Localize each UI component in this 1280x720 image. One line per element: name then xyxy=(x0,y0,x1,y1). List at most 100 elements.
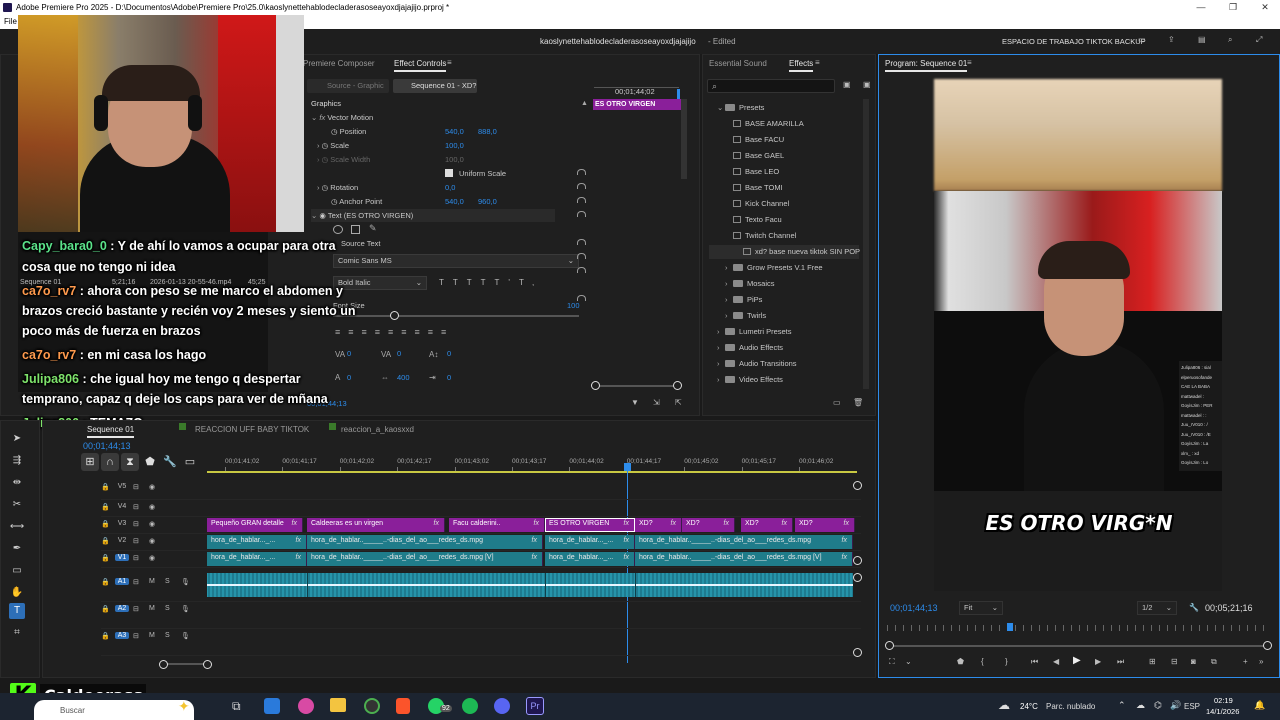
playhead-handle[interactable] xyxy=(624,463,631,471)
effects-scrollbar[interactable] xyxy=(863,99,869,389)
cloud-icon[interactable]: ☁ xyxy=(1136,700,1145,711)
a-zoom-bottom[interactable] xyxy=(853,648,862,657)
spotify-icon[interactable] xyxy=(462,698,478,714)
maximize-icon[interactable]: ❐ xyxy=(1218,0,1248,15)
lock-icon[interactable]: 🔒 xyxy=(101,503,110,511)
anchor-x[interactable]: 540,0 xyxy=(445,195,464,209)
rectangle-tool-icon[interactable]: ▭ xyxy=(9,563,25,579)
scale-value[interactable]: 100,0 xyxy=(445,139,464,153)
taskbar-date[interactable]: 14/1/2026 xyxy=(1206,707,1239,716)
play-icon[interactable]: ▶ xyxy=(1073,655,1081,666)
type-tool-icon[interactable]: T xyxy=(9,603,25,619)
mute-button[interactable]: M xyxy=(149,605,155,612)
lock-icon[interactable]: 🔒 xyxy=(101,578,110,586)
comparison-icon[interactable]: ⧉ xyxy=(1211,657,1217,667)
tracking-value-1[interactable]: 0 xyxy=(347,347,351,361)
font-family-select[interactable]: Comic Sans MS ⌄ xyxy=(333,254,579,268)
ec-scrollbar[interactable] xyxy=(681,99,687,179)
sync-lock-icon[interactable]: ⊟ xyxy=(133,520,139,528)
chrome-icon[interactable] xyxy=(364,698,380,714)
font-size-slider[interactable] xyxy=(333,315,579,317)
ec-zoom-bar[interactable] xyxy=(594,385,678,387)
rect-mask-icon[interactable] xyxy=(351,225,360,234)
add-button-icon[interactable]: + xyxy=(1243,657,1248,666)
timeline-zoom-bar[interactable] xyxy=(161,663,209,665)
workspace-name[interactable]: ESPACIO DE TRABAJO TIKTOK BACKUP xyxy=(1002,37,1146,46)
anchor-point-row[interactable]: ◷ Anchor Point xyxy=(331,195,382,209)
align-buttons[interactable]: ≡≡≡≡≡≡≡≡≡ xyxy=(335,327,454,337)
program-playhead[interactable] xyxy=(1007,623,1013,631)
captions-icon[interactable]: ▭ xyxy=(181,453,199,471)
stopwatch-icon[interactable]: ◷ xyxy=(331,197,338,206)
share-icon[interactable]: ⇪ xyxy=(1168,35,1175,44)
effects-preset[interactable]: Kick Channel xyxy=(725,197,789,211)
mark-out-icon[interactable]: } xyxy=(1005,657,1008,666)
tab-premiere-composer[interactable]: Premiere Composer xyxy=(303,59,375,68)
effects-preset[interactable]: Texto Facu xyxy=(725,213,782,227)
reset-icon[interactable] xyxy=(577,169,586,175)
timeline-clip[interactable]: XD? fx xyxy=(682,518,735,532)
sync-lock-icon[interactable]: ⊟ xyxy=(133,537,139,545)
uniform-scale-checkbox[interactable] xyxy=(445,169,453,177)
ec-zoom-handle-right[interactable] xyxy=(673,381,682,390)
mark-in-icon[interactable]: { xyxy=(981,657,984,666)
effects-preset[interactable]: xd? base nueva tiktok SIN POP xyxy=(709,245,860,259)
timeline-clip[interactable]: XD? fx xyxy=(741,518,793,532)
chevron-right-icon[interactable]: › xyxy=(725,261,733,275)
track-name[interactable]: V5 xyxy=(115,483,129,490)
tracking-value-2[interactable]: 0 xyxy=(397,347,401,361)
menu-file[interactable]: File xyxy=(4,17,17,26)
tray-chevron-icon[interactable]: ⌃ xyxy=(1118,700,1126,711)
tab-effect-controls[interactable]: Effect Controls xyxy=(394,59,447,72)
caption-tool-icon[interactable]: ⌗ xyxy=(9,625,25,641)
filter-icon[interactable]: ▼ xyxy=(631,398,639,407)
timeline-clip[interactable]: hora_de_hablar..._... fx xyxy=(207,552,307,566)
position-row[interactable]: ◷ Position xyxy=(331,125,366,139)
effects-preset[interactable]: Base TOMI xyxy=(725,181,783,195)
track-name[interactable]: V2 xyxy=(115,537,129,544)
go-to-out-icon[interactable]: ⏭ xyxy=(1117,657,1124,667)
lock-icon[interactable]: 🔒 xyxy=(101,537,110,545)
taskbar-time[interactable]: 02:19 xyxy=(1214,696,1233,705)
panel-menu-icon[interactable]: ≡ xyxy=(967,58,972,67)
close-icon[interactable]: ✕ xyxy=(1250,0,1280,15)
stopwatch-icon[interactable]: ◷ xyxy=(322,141,329,150)
tracking-value-6[interactable]: 0 xyxy=(447,371,451,385)
import-icon[interactable]: ⇱ xyxy=(675,398,682,407)
mic-icon[interactable]: 🎙 xyxy=(181,578,190,586)
chevron-right-icon[interactable]: › xyxy=(717,325,725,339)
file-explorer-icon[interactable] xyxy=(330,698,346,712)
sync-lock-icon[interactable]: ⊟ xyxy=(133,605,139,613)
position-y[interactable]: 888,0 xyxy=(478,125,497,139)
mic-icon[interactable]: 🎙 xyxy=(181,605,190,613)
timeline-clip[interactable]: hora_de_hablar.._____..-dias_del_ao___re… xyxy=(307,552,543,566)
tab-sequence-01[interactable]: Sequence 01 xyxy=(87,425,135,438)
program-timecode[interactable]: 00;01;44;13 xyxy=(890,603,938,613)
timeline-clip[interactable]: hora_de_hablar..._... fx xyxy=(545,535,635,549)
timeline-clip[interactable]: ES OTRO VIRGEN fx xyxy=(545,518,635,532)
wrench-icon[interactable]: 🔧 xyxy=(161,453,179,471)
effects-folder[interactable]: › Mosaics xyxy=(725,277,775,291)
minimize-icon[interactable]: — xyxy=(1186,0,1216,15)
lock-icon[interactable]: 🔒 xyxy=(101,605,110,613)
stopwatch-icon[interactable]: ◷ xyxy=(322,183,329,192)
reset-icon[interactable] xyxy=(577,183,586,189)
new-bin-icon[interactable]: ▣ xyxy=(843,80,851,89)
premiere-taskbar-icon[interactable]: Pr xyxy=(526,697,544,715)
effects-preset[interactable]: Twitch Channel xyxy=(725,229,796,243)
notification-icon[interactable]: 🔔 xyxy=(1254,700,1265,711)
eye-icon[interactable]: ◉ xyxy=(149,554,155,562)
timeline-clip[interactable]: Pequeño GRAN detalle fx xyxy=(207,518,303,532)
store-icon[interactable] xyxy=(264,698,280,714)
weather-temp[interactable]: 24°C xyxy=(1020,702,1038,711)
video-track-header[interactable]: 🔒 V1 ⊟ ◉ xyxy=(101,552,205,568)
chevron-down-icon[interactable]: ⌄ xyxy=(717,101,725,115)
tab-essential-sound[interactable]: Essential Sound xyxy=(709,59,767,68)
add-marker-icon[interactable]: ⬟ xyxy=(141,453,159,471)
subtab-source-graphic[interactable]: Source - Graphic xyxy=(307,79,389,93)
tab-reaccion-uff[interactable]: REACCION UFF BABY TIKTOK xyxy=(195,425,309,434)
panel-menu-icon[interactable]: ≡ xyxy=(447,58,452,67)
pen-tool-icon[interactable]: ✒ xyxy=(9,541,25,557)
ripple-edit-icon[interactable]: ⇹ xyxy=(9,475,25,491)
ec-clip-bar[interactable]: ES OTRO VIRGEN xyxy=(593,99,681,110)
